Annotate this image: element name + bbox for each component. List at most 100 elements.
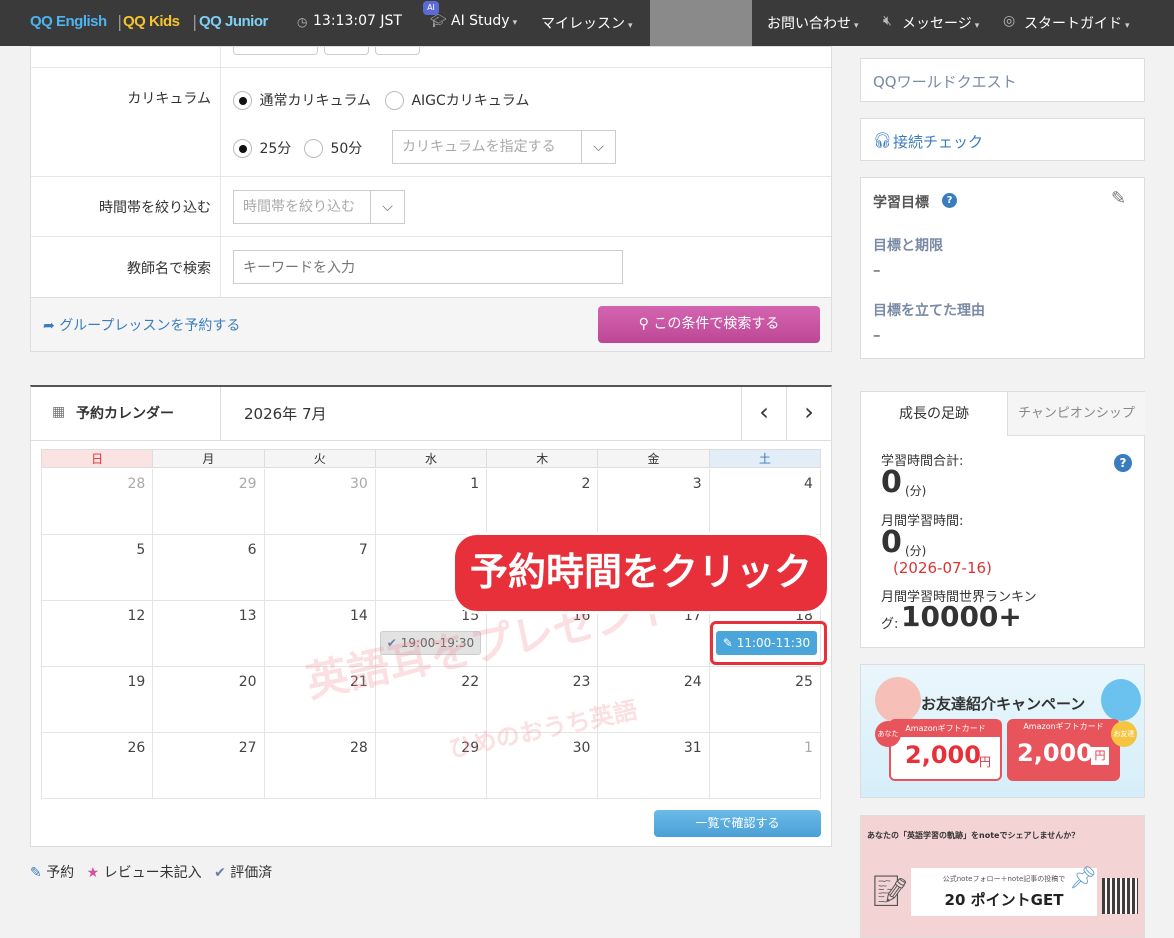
- goal-reason-value: –: [873, 326, 881, 344]
- calendar-day-cell[interactable]: 5: [41, 535, 153, 601]
- calendar-icon: ▦: [52, 404, 66, 420]
- duration-radio-25[interactable]: 25分: [233, 138, 291, 158]
- divider: [31, 67, 831, 68]
- calendar-day-cell[interactable]: 24: [597, 667, 709, 733]
- nav-ai-study[interactable]: AI Study ▾: [451, 13, 517, 29]
- nav-messages[interactable]: メッセージ ▾: [902, 13, 979, 33]
- world-quest-box[interactable]: QQワールドクエスト: [860, 58, 1145, 102]
- share-arrow-icon: ➦: [43, 318, 55, 334]
- calendar-day-cell[interactable]: 2: [486, 469, 598, 535]
- graduation-cap-icon: 🎓︎: [430, 14, 447, 29]
- weekday-mon: 月: [152, 449, 264, 468]
- pencil-icon: ✎: [722, 636, 733, 650]
- calendar-day-cell[interactable]: 22: [374, 667, 487, 733]
- curriculum-radio-standard[interactable]: 通常カリキュラム: [233, 90, 371, 110]
- calendar-day-cell[interactable]: 14: [263, 601, 375, 667]
- legend-rated: 評価済: [230, 865, 273, 881]
- nav-contact[interactable]: お問い合わせ ▾: [767, 13, 859, 33]
- timeslot-label: 時間帯を絞り込む: [99, 200, 211, 216]
- badge-friend: お友達: [1111, 721, 1137, 747]
- radio-button[interactable]: [233, 90, 252, 110]
- legend-review-pending: レビュー未記入: [103, 865, 202, 881]
- growth-stats-box: 成長の足跡 チャンピオンシップ 学習時間合計: ? 0 (分) 月間学習時間: …: [860, 391, 1145, 648]
- goal-period-value: –: [873, 261, 881, 279]
- booking-time: 11:00-11:30: [736, 636, 811, 650]
- nav-start-guide[interactable]: スタートガイド ▾: [1024, 13, 1130, 33]
- filter-button-partial[interactable]: [375, 47, 420, 55]
- calendar-day-cell[interactable]: 1: [374, 469, 487, 535]
- calendar-day-cell[interactable]: 26: [41, 733, 153, 799]
- calendar-day-cell[interactable]: 7: [263, 535, 375, 601]
- calendar-day-cell[interactable]: 28: [263, 733, 375, 799]
- chevron-down-icon: ⌵: [370, 191, 404, 223]
- calendar-day-cell[interactable]: 23: [486, 667, 598, 733]
- nav-my-lessons[interactable]: マイレッスン ▾: [541, 13, 633, 33]
- radio-button[interactable]: [304, 138, 323, 158]
- group-lesson-link[interactable]: ➦ グループレッスンを予約する: [43, 315, 240, 335]
- weekday-sat: 土: [708, 449, 820, 468]
- connection-check-link[interactable]: 接続チェック: [893, 131, 983, 152]
- calendar-day-cell[interactable]: 27: [152, 733, 264, 799]
- calendar-legend: ✎ 予約 ★ レビュー未記入 ✔ 評価済: [30, 862, 272, 882]
- logo-qq-english[interactable]: QQ English: [30, 13, 107, 30]
- help-icon[interactable]: ?: [1114, 454, 1132, 472]
- goal-reason-label: 目標を立てた理由: [873, 303, 985, 319]
- calendar-day-cell[interactable]: 31: [597, 733, 709, 799]
- checkmark-icon: ✔: [214, 865, 226, 881]
- weekday-sun: 日: [41, 449, 153, 468]
- mascot-image: [875, 677, 921, 723]
- calendar-day-cell[interactable]: 12: [41, 601, 153, 667]
- calendar-day-cell[interactable]: 30: [263, 469, 375, 535]
- tab-championship[interactable]: チャンピオンシップ: [1007, 392, 1145, 436]
- calendar-day-cell[interactable]: 30: [486, 733, 598, 799]
- pushpin-icon: 📌︎: [1069, 866, 1097, 891]
- calendar-day-cell[interactable]: 20: [152, 667, 264, 733]
- calendar-day-cell[interactable]: 29: [374, 733, 487, 799]
- calendar-day-cell[interactable]: 13: [152, 601, 264, 667]
- gift-amount: 2,000: [905, 741, 981, 769]
- calendar-day-cell[interactable]: 1: [708, 733, 820, 799]
- radio-button[interactable]: [385, 90, 404, 110]
- world-quest-link[interactable]: QQワールドクエスト: [873, 71, 1017, 92]
- learning-goal-box: 学習目標 ? ✎ 目標と期限 – 目標を立てた理由 –: [860, 177, 1145, 359]
- note-share-banner[interactable]: あなたの「英語学習の軌跡」をnoteでシェアしませんか？ 📝︎ 公式noteフォ…: [860, 815, 1145, 938]
- list-view-button[interactable]: 一覧で確認する: [654, 810, 821, 837]
- booking-reserved-slot[interactable]: ✎ 11:00-11:30: [716, 631, 817, 655]
- booking-time: 19:00-19:30: [400, 636, 475, 650]
- friend-referral-banner[interactable]: お友達紹介キャンペーン Amazonギフトカード 2,000 円 あなた Ama…: [860, 664, 1145, 798]
- ai-badge: AI: [423, 1, 439, 15]
- logo-qq-kids[interactable]: QQ Kids: [123, 13, 180, 30]
- calendar-day-cell[interactable]: 28: [41, 469, 153, 535]
- reservation-calendar: ▦ 予約カレンダー 2026年 7月 ‹ › 日 月 火 水 木 金 土 28 2…: [30, 385, 832, 847]
- help-icon[interactable]: ?: [942, 193, 957, 208]
- next-month-button[interactable]: ›: [786, 387, 831, 440]
- tab-growth[interactable]: 成長の足跡: [861, 392, 1007, 436]
- clock-time: 13:13:07 JST: [313, 13, 402, 29]
- calendar-day-cell[interactable]: 3: [597, 469, 709, 535]
- label-column-divider: [220, 47, 221, 297]
- logo-qq-junior[interactable]: QQ Junior: [199, 13, 268, 30]
- prev-month-button[interactable]: ‹: [741, 387, 786, 440]
- timeslot-select[interactable]: 時間帯を絞り込む ⌵: [233, 190, 405, 224]
- duration-radio-50[interactable]: 50分: [304, 138, 362, 158]
- teacher-keyword-input[interactable]: [233, 250, 623, 284]
- divider: [31, 176, 831, 177]
- filter-button-partial[interactable]: [324, 47, 369, 55]
- calendar-day-cell[interactable]: 21: [263, 667, 375, 733]
- filter-button-partial[interactable]: [233, 47, 318, 55]
- user-name-blurred[interactable]: [650, 0, 752, 46]
- edit-icon[interactable]: ✎: [1111, 188, 1126, 209]
- ranking-value: 10000+: [901, 600, 1022, 633]
- calendar-day-cell[interactable]: 19: [41, 667, 153, 733]
- calendar-day-cell[interactable]: 29: [152, 469, 264, 535]
- calendar-day-cell[interactable]: 6: [152, 535, 264, 601]
- curriculum-select[interactable]: カリキュラムを指定する ⌵: [392, 130, 616, 164]
- legend-reserved: 予約: [46, 865, 75, 881]
- radio-button[interactable]: [233, 138, 252, 158]
- search-submit-button[interactable]: ⚲ この条件で検索する: [598, 306, 820, 343]
- curriculum-radio-aigc[interactable]: AIGCカリキュラム: [385, 90, 529, 110]
- calendar-day-cell[interactable]: 25: [708, 667, 820, 733]
- calendar-day-cell[interactable]: 4: [708, 469, 820, 535]
- booking-completed-slot[interactable]: ✔ 19:00-19:30: [380, 631, 481, 655]
- connection-check-box[interactable]: 🎧︎ 接続チェック: [860, 118, 1145, 161]
